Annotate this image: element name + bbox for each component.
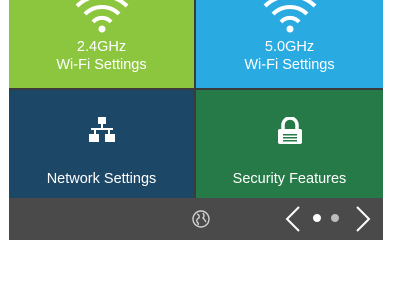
wifi-icon	[263, 0, 316, 33]
wifi-icon	[75, 0, 128, 33]
chevron-right-icon[interactable]	[355, 205, 371, 233]
touch-screen: 2.4GHz Wi-Fi Settings 5.0GHz Wi-Fi Setti…	[9, 0, 383, 240]
tile-label: Network Settings	[46, 171, 157, 187]
tile-2-4ghz-wifi-settings[interactable]: 2.4GHz Wi-Fi Settings	[9, 0, 194, 88]
tile-network-settings[interactable]: Network Settings	[9, 90, 194, 198]
tile-5-0ghz-wifi-settings[interactable]: 5.0GHz Wi-Fi Settings	[196, 0, 383, 88]
tile-title: 5.0GHz	[264, 39, 315, 55]
chevron-left-icon[interactable]	[285, 205, 301, 233]
page-dot-active	[313, 214, 321, 222]
page-dot	[331, 214, 339, 222]
lock-icon	[277, 117, 302, 144]
tile-label: Security Features	[232, 171, 347, 187]
tile-title: 2.4GHz	[76, 39, 127, 55]
tile-security-features[interactable]: Security Features	[196, 90, 383, 198]
globe-icon[interactable]	[192, 210, 210, 228]
bottom-nav-bar	[9, 198, 383, 240]
tile-subtitle: Wi-Fi Settings	[244, 57, 335, 73]
tile-subtitle: Wi-Fi Settings	[56, 57, 147, 73]
network-icon	[88, 117, 115, 142]
page-indicator	[311, 214, 347, 224]
